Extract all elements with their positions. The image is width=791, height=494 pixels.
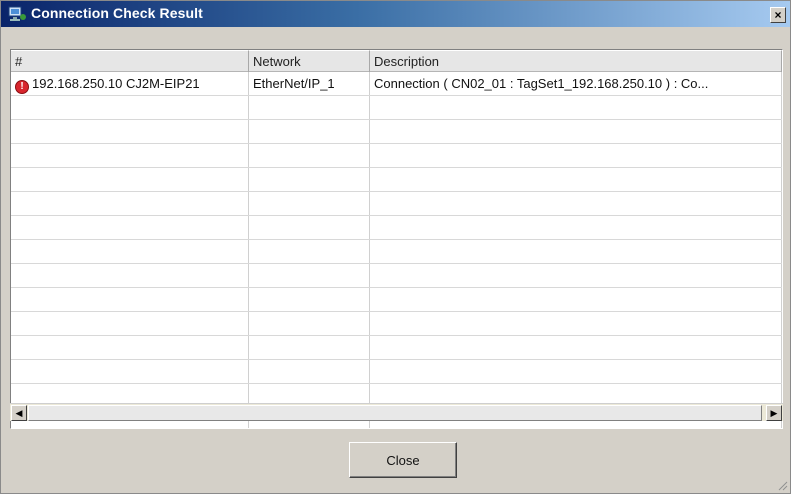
cell-description: Connection ( CN02_01 : TagSet1_192.168.2… [370,72,782,95]
table-row [11,144,782,168]
table-row [11,288,782,312]
scroll-thumb[interactable] [28,405,762,421]
table-row [11,360,782,384]
horizontal-scrollbar[interactable]: ◀ ▶ [10,403,783,421]
cell-number-text: 192.168.250.10 CJ2M-EIP21 [32,76,200,91]
close-window-button[interactable]: × [770,7,786,23]
table-header: # Network Description [11,50,782,72]
result-table: # Network Description ! 192.168.250.10 CJ… [10,49,783,429]
table-row [11,240,782,264]
close-button[interactable]: Close [349,442,457,478]
column-header-network[interactable]: Network [249,50,370,72]
column-header-description[interactable]: Description [370,50,782,72]
error-icon: ! [15,80,29,94]
connection-check-dialog: Connection Check Result × # Network Desc… [0,0,791,494]
table-row [11,168,782,192]
table-row [11,336,782,360]
table-row [11,192,782,216]
table-row [11,312,782,336]
scroll-right-icon[interactable]: ▶ [766,405,782,421]
table-body: ! 192.168.250.10 CJ2M-EIP21 EtherNet/IP_1… [11,72,782,428]
cell-network: EtherNet/IP_1 [249,72,370,95]
window-title: Connection Check Result [31,5,203,21]
resize-grip-icon[interactable] [776,479,788,491]
title-bar[interactable]: Connection Check Result × [1,1,790,27]
table-row [11,264,782,288]
table-row [11,216,782,240]
column-header-number[interactable]: # [11,50,249,72]
scroll-left-icon[interactable]: ◀ [11,405,27,421]
table-row[interactable]: ! 192.168.250.10 CJ2M-EIP21 EtherNet/IP_1… [11,72,782,96]
network-computer-icon [8,6,26,21]
cell-number: ! 192.168.250.10 CJ2M-EIP21 [11,72,249,95]
table-row [11,96,782,120]
table-row [11,120,782,144]
